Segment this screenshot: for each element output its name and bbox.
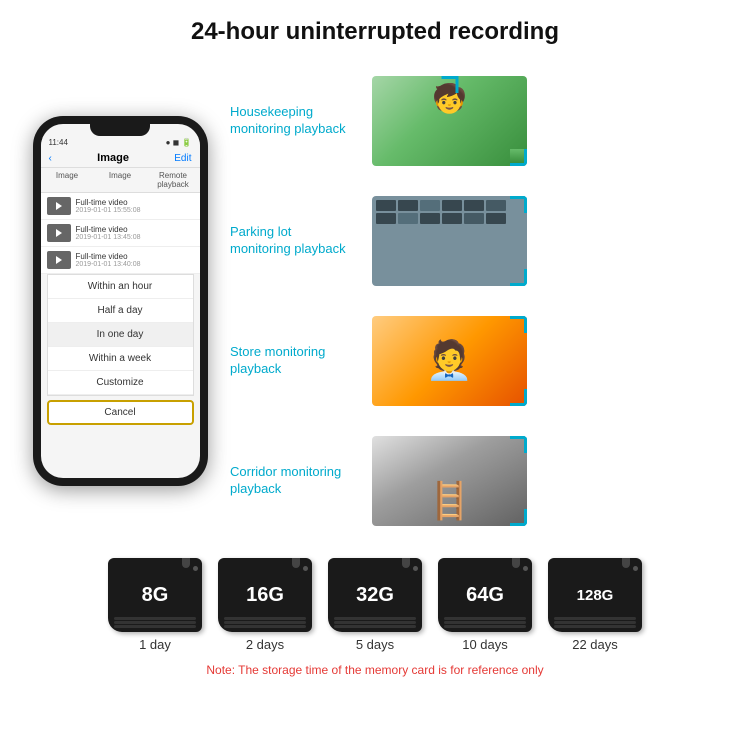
storage-note: Note: The storage time of the memory car… bbox=[20, 658, 730, 682]
sd-size-4: 64G bbox=[466, 584, 504, 607]
list-item: Full-time video 2019-01-01 13:40:08 bbox=[41, 247, 200, 274]
video-info-1: Full-time video 2019-01-01 15:55:08 bbox=[76, 198, 141, 214]
monitoring-label-3: Store monitoringplayback bbox=[230, 344, 360, 378]
phone-back[interactable]: ‹ bbox=[49, 153, 52, 164]
sd-card-item-5: 128G 22 days bbox=[548, 558, 642, 652]
sd-card-item-2: 16G 2 days bbox=[218, 558, 312, 652]
sd-dot bbox=[523, 566, 528, 571]
phone-tab-image2[interactable]: Image bbox=[94, 168, 147, 192]
sd-card-8g: 8G bbox=[108, 558, 202, 632]
sd-days-2: 2 days bbox=[246, 637, 284, 652]
phone-signal: ● ◼ 🔋 bbox=[166, 138, 192, 147]
video-title-3: Full-time video bbox=[76, 252, 141, 261]
sd-notch bbox=[402, 558, 410, 568]
list-item: Full-time video 2019-01-01 13:45:08 bbox=[41, 220, 200, 247]
phone-dropdown: Within an hour Half a day In one day Wit… bbox=[47, 274, 194, 396]
storage-section: 8G 1 day 16G 2 days 32G 5 days bbox=[0, 546, 750, 687]
video-date-2: 2019-01-01 13:45:08 bbox=[76, 234, 141, 241]
cancel-button[interactable]: Cancel bbox=[47, 400, 194, 425]
monitoring-img-3: 🧑‍💼 bbox=[372, 316, 527, 406]
sd-notch bbox=[182, 558, 190, 568]
sd-dot bbox=[413, 566, 418, 571]
main-content: 11:44 ● ◼ 🔋 ‹ Image Edit Image Image Rem… bbox=[0, 56, 750, 546]
dropdown-item-2[interactable]: Half a day bbox=[48, 299, 193, 323]
sd-days-1: 1 day bbox=[139, 637, 171, 652]
phone-tab-image[interactable]: Image bbox=[41, 168, 94, 192]
phone-list: Full-time video 2019-01-01 15:55:08 Full… bbox=[41, 193, 200, 274]
video-title-2: Full-time video bbox=[76, 225, 141, 234]
video-thumb-2 bbox=[47, 224, 71, 242]
video-info-2: Full-time video 2019-01-01 13:45:08 bbox=[76, 225, 141, 241]
dropdown-item-5[interactable]: Customize bbox=[48, 371, 193, 395]
sd-dot bbox=[633, 566, 638, 571]
sd-card-item-3: 32G 5 days bbox=[328, 558, 422, 652]
sd-days-5: 22 days bbox=[572, 637, 618, 652]
sd-size-5: 128G bbox=[577, 587, 614, 604]
sd-cards-row: 8G 1 day 16G 2 days 32G 5 days bbox=[20, 558, 730, 652]
sd-notch bbox=[622, 558, 630, 568]
sd-size-3: 32G bbox=[356, 584, 394, 607]
monitoring-item-1: Housekeepingmonitoring playback 🧒 bbox=[230, 76, 730, 166]
sd-card-128g: 128G bbox=[548, 558, 642, 632]
phone-edit[interactable]: Edit bbox=[174, 153, 191, 164]
sd-size-1: 8G bbox=[142, 584, 169, 607]
dropdown-item-3[interactable]: In one day bbox=[48, 323, 193, 347]
phone-tabs: Image Image Remote playback bbox=[41, 168, 200, 193]
sd-card-item-1: 8G 1 day bbox=[108, 558, 202, 652]
phone-notch bbox=[90, 124, 150, 136]
sd-card-32g: 32G bbox=[328, 558, 422, 632]
phone-device: 11:44 ● ◼ 🔋 ‹ Image Edit Image Image Rem… bbox=[33, 116, 208, 486]
sd-card-16g: 16G bbox=[218, 558, 312, 632]
phone-tab-remote[interactable]: Remote playback bbox=[147, 168, 200, 192]
sd-days-3: 5 days bbox=[356, 637, 394, 652]
phone-mockup: 11:44 ● ◼ 🔋 ‹ Image Edit Image Image Rem… bbox=[20, 56, 220, 546]
monitoring-img-1: 🧒 bbox=[372, 76, 527, 166]
sd-dot bbox=[303, 566, 308, 571]
sd-card-item-4: 64G 10 days bbox=[438, 558, 532, 652]
sd-days-4: 10 days bbox=[462, 637, 508, 652]
sd-size-2: 16G bbox=[246, 584, 284, 607]
sd-card-64g: 64G bbox=[438, 558, 532, 632]
monitoring-img-2 bbox=[372, 196, 527, 286]
list-item: Full-time video 2019-01-01 15:55:08 bbox=[41, 193, 200, 220]
monitoring-img-4: 🪜 bbox=[372, 436, 527, 526]
monitoring-label-4: Corridor monitoringplayback bbox=[230, 464, 360, 498]
video-date-3: 2019-01-01 13:40:08 bbox=[76, 261, 141, 268]
dropdown-item-1[interactable]: Within an hour bbox=[48, 275, 193, 299]
monitoring-item-2: Parking lotmonitoring playback bbox=[230, 196, 730, 286]
phone-screen: 11:44 ● ◼ 🔋 ‹ Image Edit Image Image Rem… bbox=[41, 124, 200, 478]
video-thumb-1 bbox=[47, 197, 71, 215]
sd-notch bbox=[292, 558, 300, 568]
video-date-1: 2019-01-01 15:55:08 bbox=[76, 207, 141, 214]
video-thumb-3 bbox=[47, 251, 71, 269]
page-title: 24-hour uninterrupted recording bbox=[0, 0, 750, 56]
video-info-3: Full-time video 2019-01-01 13:40:08 bbox=[76, 252, 141, 268]
monitoring-item-3: Store monitoringplayback 🧑‍💼 bbox=[230, 316, 730, 406]
phone-title-bar: ‹ Image Edit bbox=[41, 149, 200, 168]
phone-screen-title: Image bbox=[97, 152, 129, 164]
monitoring-section: Housekeepingmonitoring playback 🧒 Parkin… bbox=[230, 56, 730, 546]
sd-notch bbox=[512, 558, 520, 568]
monitoring-label-2: Parking lotmonitoring playback bbox=[230, 224, 360, 258]
phone-time: 11:44 bbox=[49, 138, 68, 147]
monitoring-item-4: Corridor monitoringplayback 🪜 bbox=[230, 436, 730, 526]
phone-status-bar: 11:44 ● ◼ 🔋 bbox=[41, 136, 200, 149]
dropdown-item-4[interactable]: Within a week bbox=[48, 347, 193, 371]
video-title-1: Full-time video bbox=[76, 198, 141, 207]
monitoring-label-1: Housekeepingmonitoring playback bbox=[230, 104, 360, 138]
sd-dot bbox=[193, 566, 198, 571]
